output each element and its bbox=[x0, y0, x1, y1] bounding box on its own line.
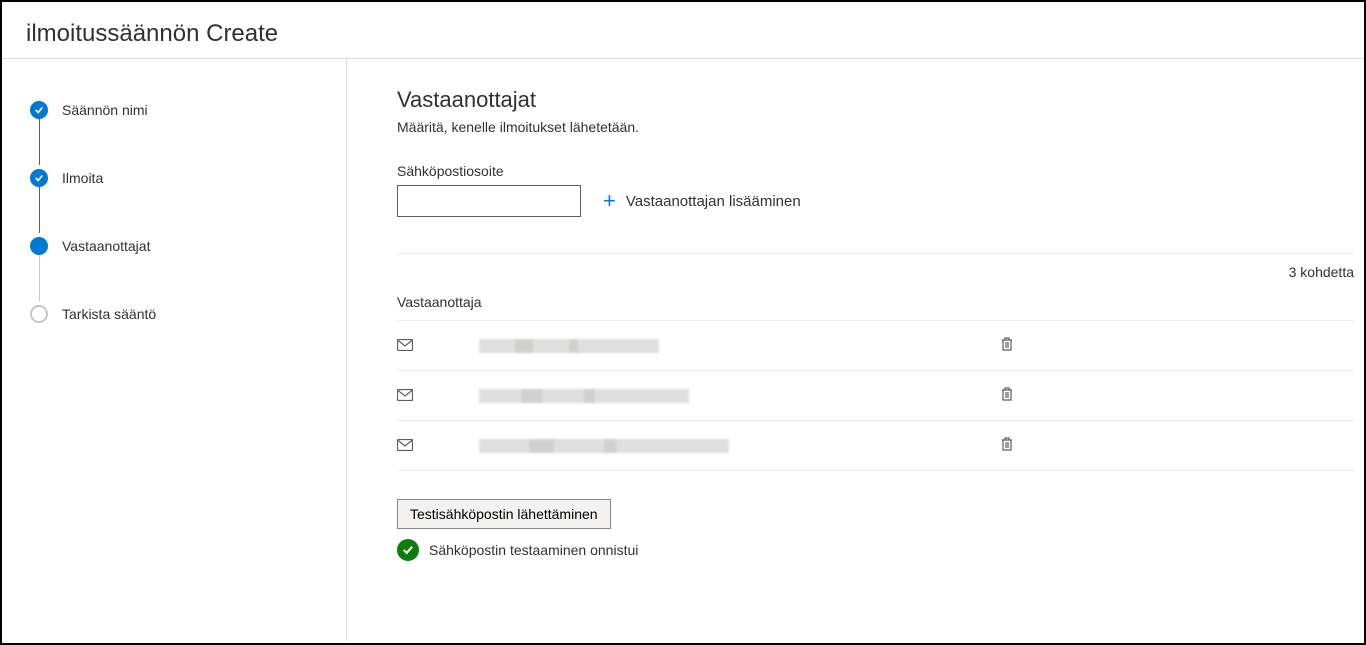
recipient-email-redacted bbox=[479, 439, 729, 453]
success-message: Sähköpostin testaaminen onnistui bbox=[429, 542, 638, 558]
add-recipient-label: Vastaanottajan lisääminen bbox=[626, 193, 801, 210]
section-subtitle: Määritä, kenelle ilmoitukset lähetetään. bbox=[397, 119, 1354, 135]
check-icon bbox=[30, 169, 48, 187]
email-input[interactable] bbox=[397, 185, 581, 217]
delete-recipient-button[interactable] bbox=[1000, 336, 1014, 355]
step-label: Säännön nimi bbox=[62, 102, 148, 118]
table-header-recipient: Vastaanottaja bbox=[397, 294, 1354, 321]
delete-recipient-button[interactable] bbox=[1000, 436, 1014, 455]
check-icon bbox=[30, 101, 48, 119]
step-label: Vastaanottajat bbox=[62, 238, 150, 254]
mail-icon bbox=[397, 438, 415, 454]
page-title: ilmoitussäännön Create bbox=[26, 20, 1340, 48]
plus-icon: + bbox=[603, 190, 616, 212]
current-step-icon bbox=[30, 237, 48, 255]
email-label: Sähköpostiosoite bbox=[397, 163, 1354, 179]
step-label: Ilmoita bbox=[62, 170, 103, 186]
recipient-email-redacted bbox=[479, 389, 689, 403]
recipient-row bbox=[397, 371, 1354, 421]
success-check-icon bbox=[397, 539, 419, 561]
recipient-email-redacted bbox=[479, 339, 659, 353]
step-notify[interactable]: Ilmoita bbox=[30, 167, 322, 189]
step-rule-name[interactable]: Säännön nimi bbox=[30, 99, 322, 121]
mail-icon bbox=[397, 338, 415, 354]
section-title: Vastaanottajat bbox=[397, 87, 1354, 113]
pending-step-icon bbox=[30, 305, 48, 323]
send-test-email-button[interactable]: Testisähköpostin lähettäminen bbox=[397, 499, 611, 529]
mail-icon bbox=[397, 388, 415, 404]
item-count: 3 kohdetta bbox=[1289, 264, 1354, 280]
step-review[interactable]: Tarkista sääntö bbox=[30, 303, 322, 325]
recipient-row bbox=[397, 321, 1354, 371]
step-label: Tarkista sääntö bbox=[62, 306, 156, 322]
step-recipients[interactable]: Vastaanottajat bbox=[30, 235, 322, 257]
wizard-steps: Säännön nimi Ilmoita Vastaanottajat Tark… bbox=[2, 58, 347, 641]
recipient-row bbox=[397, 421, 1354, 471]
add-recipient-button[interactable]: + Vastaanottajan lisääminen bbox=[603, 190, 801, 212]
delete-recipient-button[interactable] bbox=[1000, 386, 1014, 405]
